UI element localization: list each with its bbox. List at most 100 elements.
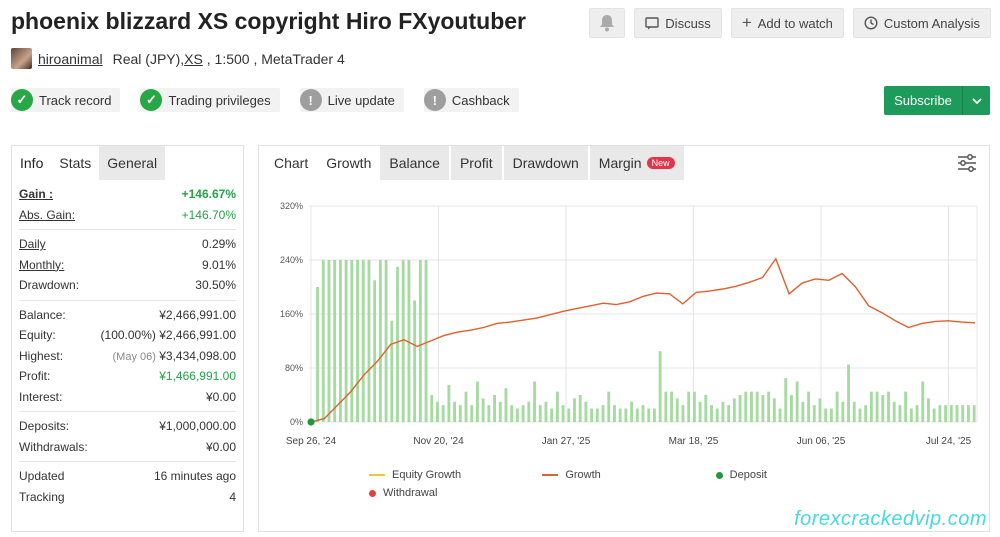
avatar[interactable] — [11, 48, 32, 69]
stat-row: Highest: (May 06) ¥3,434,098.00 — [19, 346, 236, 367]
settings-sliders-icon[interactable] — [957, 154, 977, 172]
x-tick-label: Mar 18, '25 — [669, 436, 719, 447]
volume-bar — [481, 398, 485, 422]
badge-cashback[interactable]: ! Cashback — [423, 88, 519, 112]
volume-bar — [618, 408, 622, 422]
volume-bar — [590, 408, 594, 422]
drawdown-key: Drawdown: — [19, 278, 80, 293]
volume-bar — [441, 405, 445, 422]
legend-deposit[interactable]: Deposit — [715, 469, 889, 481]
deposits-value: ¥1,000,000.00 — [159, 419, 236, 434]
deposits-group: Deposits: ¥1,000,000.00 Withdrawals: ¥0.00 — [19, 412, 236, 462]
volume-bar — [892, 401, 896, 422]
balance-group: Balance: ¥2,466,991.00 Equity: (100.00%) ¥… — [19, 301, 236, 412]
volume-bar — [573, 398, 576, 422]
gain-key[interactable]: Gain : — [19, 187, 53, 201]
deposits-key: Deposits: — [19, 419, 70, 434]
daily-key[interactable]: Daily — [19, 237, 46, 251]
volume-bar — [470, 405, 474, 422]
x-tick-label: Sep 26, '24 — [286, 436, 337, 447]
tab-balance[interactable]: Balance — [380, 146, 449, 180]
legend-label: Growth — [565, 469, 601, 481]
tab-drawdown[interactable]: Drawdown — [503, 146, 588, 180]
volume-bar — [635, 408, 639, 422]
badge-label: Cashback — [451, 92, 510, 108]
legend-label: Withdrawal — [383, 487, 438, 499]
tab-profit[interactable]: Profit — [450, 146, 502, 180]
leverage-link[interactable]: XS — [184, 51, 203, 67]
monthly-key[interactable]: Monthly: — [19, 258, 64, 272]
legend-withdrawal[interactable]: Withdrawal — [369, 487, 545, 499]
volume-bar — [927, 398, 930, 422]
y-tick-label: 320% — [280, 201, 303, 211]
tab-stats[interactable]: Stats — [51, 146, 100, 180]
volume-bar — [732, 398, 736, 422]
stats-tabs: Info Stats General — [12, 146, 243, 180]
badge-track-record[interactable]: ✓ Track record — [11, 88, 121, 112]
volume-bar — [755, 391, 759, 422]
volume-bar — [378, 260, 382, 422]
stat-row: Balance: ¥2,466,991.00 — [19, 305, 236, 326]
volume-bar — [898, 405, 902, 422]
stat-row: Withdrawals: ¥0.00 — [19, 437, 236, 458]
abs-gain-key[interactable]: Abs. Gain: — [19, 208, 75, 222]
volume-bar — [361, 260, 365, 422]
volume-bar — [561, 405, 565, 422]
volume-bar — [333, 260, 337, 422]
exclamation-icon: ! — [423, 89, 446, 111]
discuss-button[interactable]: Discuss — [634, 8, 722, 38]
tab-chart[interactable]: Chart — [265, 146, 317, 180]
volume-bar — [812, 405, 816, 422]
clock-icon — [864, 16, 878, 30]
daily-value: 0.29% — [201, 237, 236, 252]
volume-bar — [613, 405, 616, 422]
volume-bar — [772, 398, 776, 422]
gain-group: Gain : +146.67% Abs. Gain: +146.70% — [19, 180, 236, 230]
volume-bar — [909, 408, 913, 422]
volume-bar — [858, 408, 862, 422]
tracking-key: Tracking — [19, 489, 65, 504]
chevron-down-icon[interactable] — [962, 86, 990, 115]
chart-legend: Equity Growth Growth Deposit Withdrawal — [369, 466, 889, 502]
x-tick-label: Jan 27, '25 — [542, 436, 591, 447]
volume-bar — [761, 395, 765, 422]
legend-equity-growth[interactable]: Equity Growth — [369, 469, 542, 481]
tracking-value: 4 — [229, 489, 236, 504]
tab-general[interactable]: General — [99, 146, 166, 180]
tab-growth[interactable]: Growth — [317, 146, 381, 180]
volume-bar — [904, 391, 908, 422]
tab-margin[interactable]: Margin New — [589, 146, 684, 180]
username-link[interactable]: hiroanimal — [38, 51, 103, 67]
volume-bar — [316, 287, 319, 422]
volume-bar — [727, 405, 731, 422]
volume-bar — [835, 391, 839, 422]
legend-growth[interactable]: Growth — [542, 469, 715, 481]
stat-row: Deposits: ¥1,000,000.00 — [19, 416, 236, 437]
stat-row: Tracking 4 — [19, 487, 236, 508]
volume-bar — [413, 300, 417, 422]
subscribe-label: Subscribe — [894, 93, 952, 108]
x-tick-label: Nov 20, '24 — [413, 436, 464, 447]
badge-live-update[interactable]: ! Live update — [299, 88, 404, 112]
volume-bar — [949, 405, 953, 422]
subscribe-button[interactable]: Subscribe — [884, 86, 990, 115]
volume-bar — [533, 381, 536, 422]
volume-bar — [852, 401, 856, 422]
equity-value: ¥2,466,991.00 — [159, 328, 236, 343]
badge-trading-privileges[interactable]: ✓ Trading privileges — [140, 88, 280, 112]
tab-info[interactable]: Info — [12, 146, 51, 180]
updated-key: Updated — [19, 469, 65, 484]
notify-button[interactable] — [589, 8, 626, 38]
volume-bar — [373, 280, 377, 422]
volume-bar — [647, 408, 651, 422]
legend-label: Deposit — [729, 469, 767, 481]
add-to-watch-button[interactable]: + Add to watch — [730, 8, 844, 38]
header-actions: Discuss + Add to watch Custom Analysis — [589, 8, 991, 38]
growth-chart[interactable]: 0% 80% 160% 240% 320% Sep 26, '24 Nov 20, '24 J… — [259, 186, 989, 466]
custom-analysis-button[interactable]: Custom Analysis — [852, 8, 991, 38]
badge-label: Trading privileges — [168, 92, 271, 108]
analysis-label: Custom Analysis — [883, 15, 980, 31]
volume-bar — [498, 401, 502, 422]
abs-gain-value: +146.70% — [181, 207, 236, 222]
volume-bar — [944, 405, 948, 422]
